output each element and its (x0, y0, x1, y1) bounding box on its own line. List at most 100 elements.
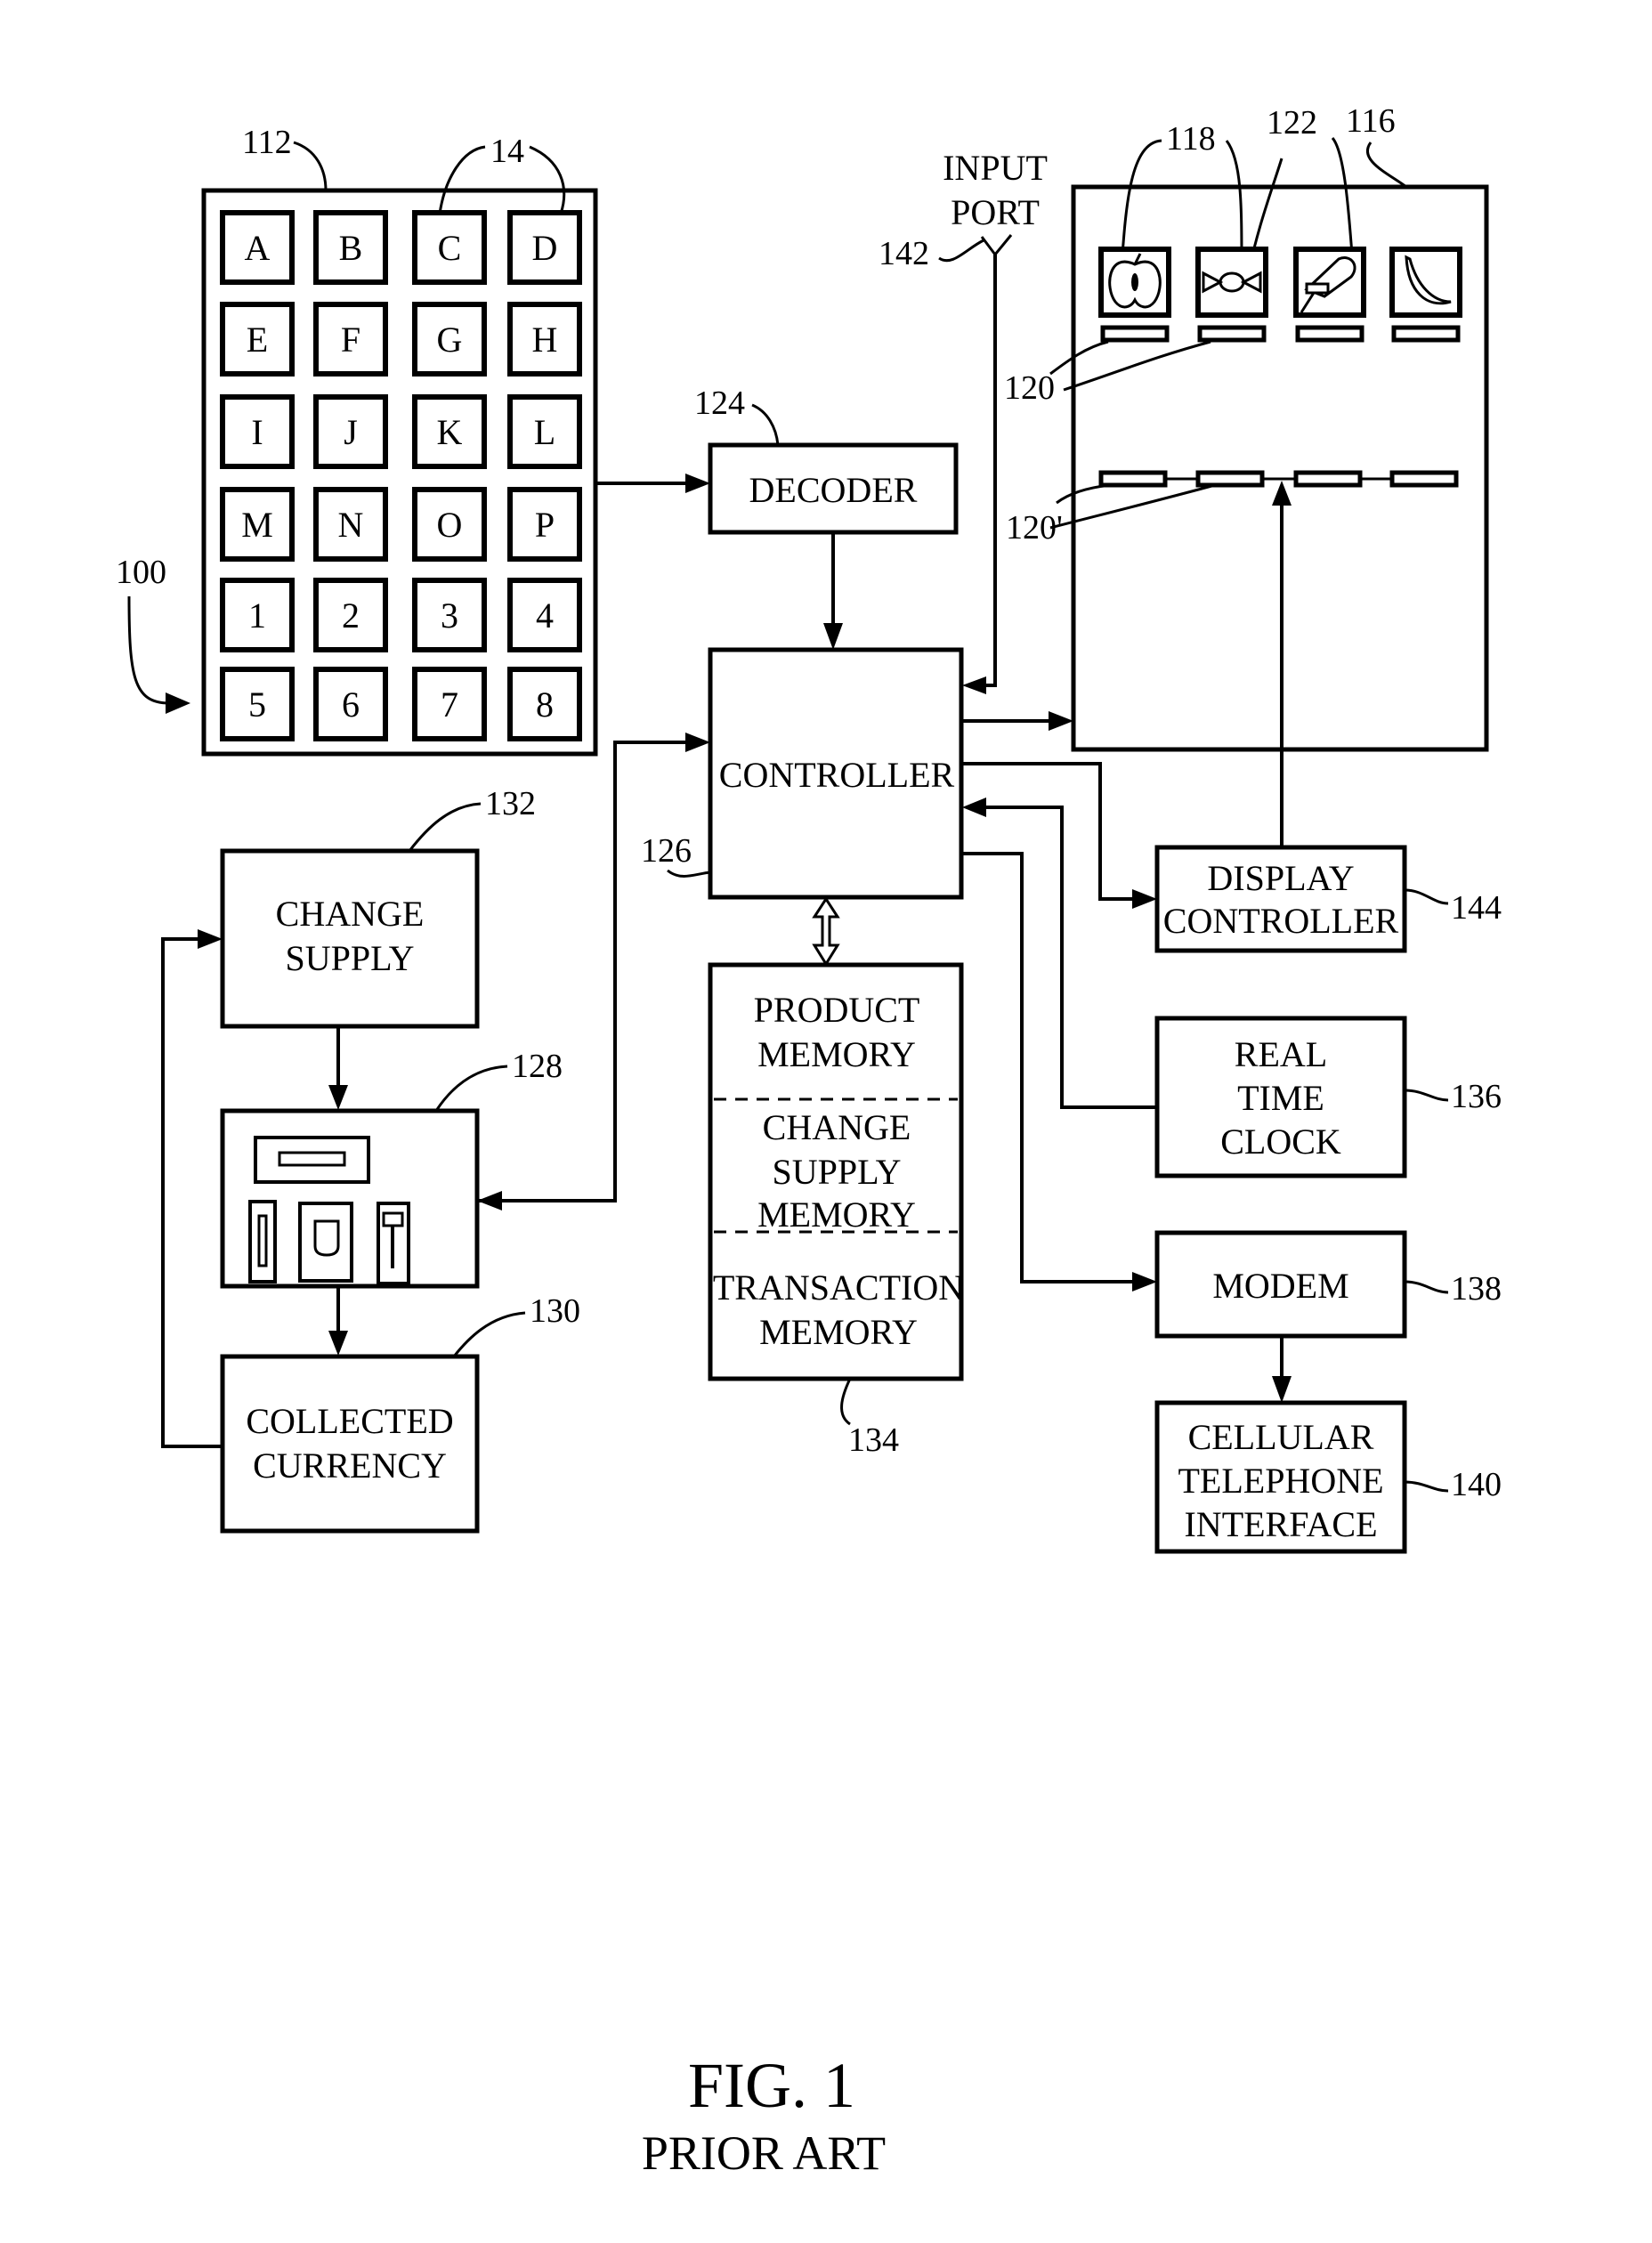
ref-116: 116 (1346, 102, 1396, 140)
key-label: G (437, 320, 463, 360)
key-n[interactable]: N (313, 487, 388, 562)
decoder-label: DECODER (749, 470, 918, 510)
ref-140: 140 (1451, 1466, 1502, 1503)
key-a[interactable]: A (220, 210, 295, 285)
key-7[interactable]: 7 (412, 667, 487, 741)
key-o[interactable]: O (412, 487, 487, 562)
cellular-label-3: INTERFACE (1184, 1504, 1377, 1544)
key-4[interactable]: 4 (507, 578, 582, 652)
key-label: 1 (248, 595, 266, 636)
key-label: 5 (248, 684, 266, 725)
key-3[interactable]: 3 (412, 578, 487, 652)
product-memory-label-2: MEMORY (757, 1034, 916, 1074)
bill-slot-icon (278, 1151, 346, 1167)
key-label: H (532, 320, 558, 360)
change-supply-label-1: CHANGE (276, 894, 425, 934)
collected-currency-box (220, 1354, 480, 1534)
connector-controller-modem (961, 852, 1139, 1283)
arrowhead (823, 623, 843, 650)
rtc-label-2: TIME (1237, 1078, 1324, 1118)
controller-label: CONTROLLER (719, 755, 955, 795)
key-j[interactable]: J (313, 394, 388, 469)
ref-130: 130 (530, 1292, 580, 1330)
leader-134 (840, 1378, 852, 1426)
cellular-label-2: TELEPHONE (1178, 1461, 1383, 1501)
arrowhead (962, 676, 986, 694)
connector-input-port-controller (979, 255, 997, 687)
key-label: 4 (536, 595, 554, 636)
key-label: P (535, 505, 555, 545)
arrowhead (962, 798, 986, 817)
key-i[interactable]: I (220, 394, 295, 469)
bidirectional-arrow-controller-memory (812, 896, 840, 967)
key-g[interactable]: G (412, 302, 487, 377)
leader-142 (938, 239, 984, 263)
key-2[interactable]: 2 (313, 578, 388, 652)
keypad: A B C D E F G H I J K L M N O P 1 2 3 4 5 6 7 8 (201, 188, 598, 757)
key-5[interactable]: 5 (220, 667, 295, 741)
collected-currency-label-1: COLLECTED (246, 1401, 453, 1441)
modem-label: MODEM (1212, 1266, 1348, 1306)
key-label: 7 (441, 684, 458, 725)
key-k[interactable]: K (412, 394, 487, 469)
display-controller-label-1: DISPLAY (1207, 858, 1354, 898)
coin-slot-opening (257, 1214, 268, 1267)
key-l[interactable]: L (507, 394, 582, 469)
patent-diagram: A B C D E F G H I J K L M N O P 1 2 3 4 5 6 7 8 112 14 100 DECO… (116, 102, 1502, 2180)
change-supply-memory-label-1: CHANGE (763, 1107, 911, 1147)
key-label: A (245, 228, 271, 268)
product-slot[interactable] (1389, 247, 1462, 343)
leader-116 (1365, 142, 1407, 189)
price-display-bar (1098, 470, 1168, 488)
leader-138 (1404, 1280, 1449, 1294)
key-1[interactable]: 1 (220, 578, 295, 652)
product-slot[interactable] (1195, 247, 1268, 343)
key-b[interactable]: B (313, 210, 388, 285)
key-label: N (338, 505, 364, 545)
key-h[interactable]: H (507, 302, 582, 377)
ref-118: 118 (1166, 120, 1216, 158)
leader-124 (751, 403, 780, 446)
ref-138: 138 (1451, 1270, 1502, 1308)
product-image-frame[interactable] (1389, 247, 1462, 318)
antenna-icon (980, 234, 1013, 257)
display-controller-label-2: CONTROLLER (1163, 901, 1399, 941)
change-supply-memory-label-3: MEMORY (757, 1194, 916, 1235)
product-slot[interactable] (1293, 247, 1366, 343)
key-m[interactable]: M (220, 487, 295, 562)
transaction-memory-label-2: MEMORY (759, 1312, 918, 1352)
price-label-bar (1197, 325, 1267, 343)
key-label: 2 (342, 595, 360, 636)
rtc-label-3: CLOCK (1220, 1122, 1341, 1162)
lever-head (382, 1211, 404, 1227)
ref-142: 142 (879, 235, 929, 272)
arrowhead (685, 474, 710, 493)
key-label: M (241, 505, 273, 545)
key-label: 3 (441, 595, 458, 636)
leader-126 (667, 869, 711, 878)
leader-144 (1404, 888, 1449, 905)
key-e[interactable]: E (220, 302, 295, 377)
leader-112 (293, 141, 328, 191)
key-label: D (532, 228, 558, 268)
price-label-bar (1100, 325, 1170, 343)
figure-subtitle: PRIOR ART (642, 2126, 886, 2180)
arrowhead (1132, 1272, 1157, 1292)
leader-130 (452, 1311, 526, 1357)
key-f[interactable]: F (313, 302, 388, 377)
transaction-memory-label-1: TRANSACTION (713, 1267, 964, 1308)
key-label: B (339, 228, 363, 268)
key-label: F (341, 320, 360, 360)
product-slot[interactable] (1098, 247, 1171, 343)
arrowhead (685, 733, 710, 752)
key-c[interactable]: C (412, 210, 487, 285)
arrowhead (198, 929, 223, 949)
key-d[interactable]: D (507, 210, 582, 285)
arrowhead (328, 1331, 348, 1356)
price-display-bar (1293, 470, 1363, 488)
collected-currency-label-2: CURRENCY (253, 1445, 447, 1486)
arrowhead (1132, 889, 1157, 909)
key-p[interactable]: P (507, 487, 582, 562)
key-6[interactable]: 6 (313, 667, 388, 741)
key-8[interactable]: 8 (507, 667, 582, 741)
